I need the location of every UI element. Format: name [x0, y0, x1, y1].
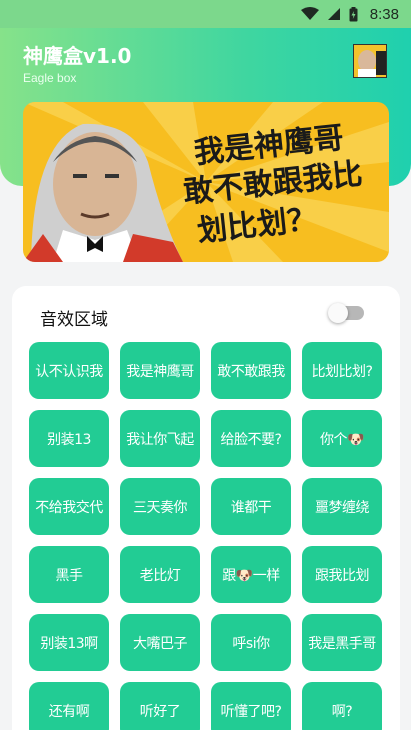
sound-button[interactable]: 不给我交代 [29, 478, 109, 535]
sound-button[interactable]: 啊? [302, 682, 382, 730]
battery-icon [349, 6, 358, 22]
sound-button[interactable]: 谁都干 [211, 478, 291, 535]
sound-button[interactable]: 跟🐶一样 [211, 546, 291, 603]
sound-button[interactable]: 老比灯 [120, 546, 200, 603]
app-subtitle: Eagle box [23, 71, 77, 85]
sound-button[interactable]: 黑手 [29, 546, 109, 603]
banner-text: 我是神鹰哥 敢不敢跟我比 划比划？ [142, 107, 389, 262]
toggle-knob [328, 303, 348, 323]
sound-button[interactable]: 我让你飞起 [120, 410, 200, 467]
sound-toggle[interactable] [328, 303, 364, 323]
sound-button[interactable]: 认不认识我 [29, 342, 109, 399]
sound-button[interactable]: 我是黑手哥 [302, 614, 382, 671]
sound-button[interactable]: 我是神鹰哥 [120, 342, 200, 399]
signal-icon [327, 7, 341, 21]
avatar[interactable] [353, 44, 387, 78]
sound-button[interactable]: 听好了 [120, 682, 200, 730]
sound-button[interactable]: 还有啊 [29, 682, 109, 730]
sound-button[interactable]: 听懂了吧? [211, 682, 291, 730]
sound-button[interactable]: 敢不敢跟我 [211, 342, 291, 399]
sound-button[interactable]: 跟我比划 [302, 546, 382, 603]
banner[interactable]: 我是神鹰哥 敢不敢跟我比 划比划？ [23, 102, 389, 262]
sound-button[interactable]: 你个🐶 [302, 410, 382, 467]
sound-button[interactable]: 呼si你 [211, 614, 291, 671]
sound-button[interactable]: 比划比划? [302, 342, 382, 399]
status-bar: 8:38 [0, 0, 411, 28]
app-title: 神鹰盒v1.0 [23, 44, 132, 68]
wifi-icon [300, 7, 319, 21]
sound-button[interactable]: 噩梦缠绕 [302, 478, 382, 535]
sound-button-grid: 认不认识我 我是神鹰哥 敢不敢跟我 比划比划? 别装13 我让你飞起 给脸不要?… [29, 342, 382, 730]
sound-button[interactable]: 别装13啊 [29, 614, 109, 671]
sound-button[interactable]: 三天奏你 [120, 478, 200, 535]
section-title: 音效区域 [40, 310, 108, 330]
sound-button[interactable]: 别装13 [29, 410, 109, 467]
sound-button[interactable]: 给脸不要? [211, 410, 291, 467]
status-time: 8:38 [369, 5, 399, 23]
sound-button[interactable]: 大嘴巴子 [120, 614, 200, 671]
